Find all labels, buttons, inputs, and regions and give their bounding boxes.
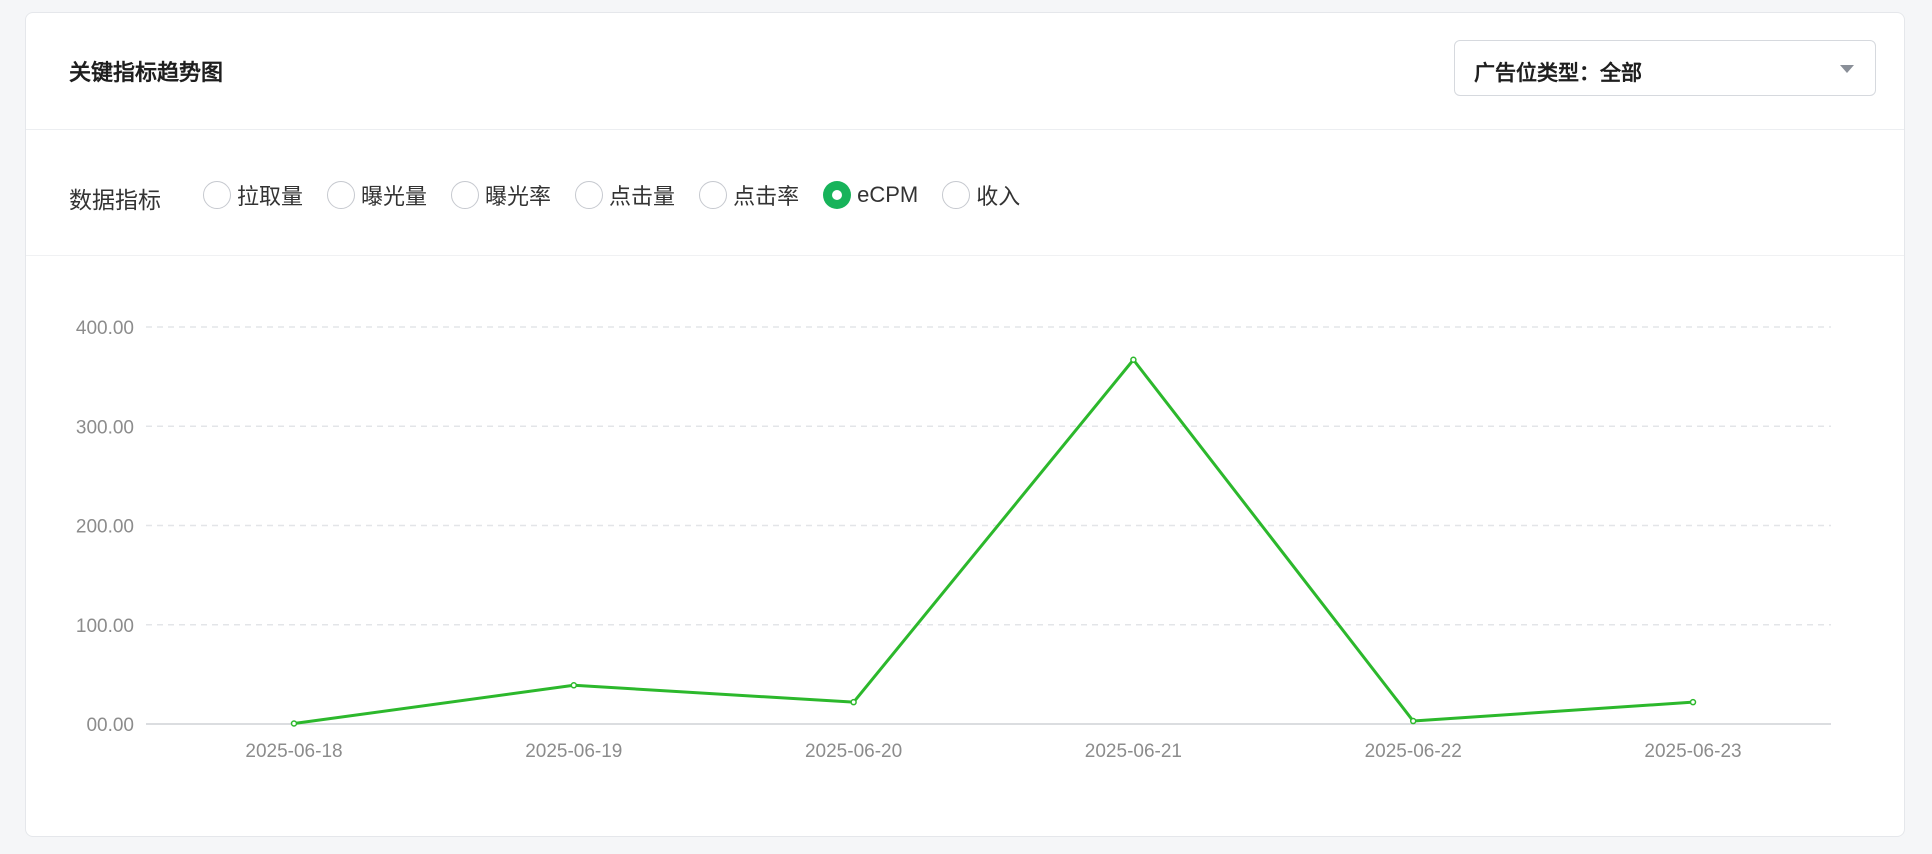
x-tick-label: 2025-06-23	[1644, 741, 1741, 762]
metric-radio-option[interactable]: 点击率	[699, 179, 799, 211]
x-tick-label: 2025-06-21	[1085, 741, 1182, 762]
metric-radio-option[interactable]: 曝光量	[327, 179, 427, 211]
chart-area: 00.00 100.00 200.00 300.00 400.00 2025-06-18 2…	[26, 256, 1904, 836]
trend-card: 关键指标趋势图 广告位类型：全部 数据指标 拉取量 曝光量 曝光率 点击量 点击率 eCP…	[25, 12, 1905, 837]
data-point	[1689, 698, 1697, 706]
radio-unchecked-icon	[203, 181, 231, 209]
metric-radio-option[interactable]: eCPM	[823, 181, 918, 209]
metric-radio-label: 点击率	[733, 184, 800, 209]
data-point	[1409, 717, 1417, 725]
radio-unchecked-icon	[451, 181, 480, 209]
metric-radio-label: eCPM	[857, 182, 919, 207]
y-tick-label: 00.00	[86, 715, 134, 736]
x-tick-label: 2025-06-22	[1365, 741, 1462, 762]
metric-radio-label: 收入	[976, 184, 1021, 209]
ad-type-select-label: 广告位类型：全部	[1474, 62, 1642, 85]
radio-unchecked-icon	[327, 181, 356, 209]
metric-radio-group: 拉取量 曝光量 曝光率 点击量 点击率 eCPM 收入	[203, 179, 1044, 211]
y-tick-label: 400.00	[76, 318, 134, 339]
y-tick-label: 300.00	[76, 417, 134, 438]
data-point	[570, 682, 578, 689]
metric-selector: 数据指标 拉取量 曝光量 曝光率 点击量 点击率 eCPM 收入	[26, 130, 1904, 256]
metric-radio-label: 点击量	[609, 184, 676, 209]
series-line	[293, 358, 1694, 725]
chevron-down-icon	[1840, 65, 1854, 73]
metric-radio-label: 曝光量	[361, 184, 428, 209]
metric-radio-option[interactable]: 曝光率	[451, 179, 551, 211]
metric-radio-label: 拉取量	[237, 184, 304, 209]
card-header: 关键指标趋势图 广告位类型：全部	[26, 13, 1904, 130]
metric-radio-option[interactable]: 点击量	[575, 179, 675, 211]
metric-radio-label: 曝光率	[485, 184, 552, 209]
radio-unchecked-icon	[699, 181, 728, 209]
ad-type-select[interactable]: 广告位类型：全部	[1454, 40, 1876, 96]
metric-radio-option[interactable]: 拉取量	[203, 179, 303, 211]
data-point	[850, 698, 857, 706]
x-tick-label: 2025-06-19	[525, 741, 622, 762]
x-tick-label: 2025-06-18	[245, 741, 342, 762]
radio-checked-icon	[823, 181, 852, 209]
radio-unchecked-icon	[575, 181, 604, 209]
card-title: 关键指标趋势图	[69, 60, 224, 85]
radio-unchecked-icon	[942, 181, 971, 209]
x-tick-label: 2025-06-20	[805, 741, 902, 762]
metric-radio-option[interactable]: 收入	[942, 179, 1020, 211]
data-point	[290, 720, 298, 727]
y-tick-label: 100.00	[76, 616, 134, 637]
data-point	[1130, 356, 1137, 364]
y-tick-label: 200.00	[76, 517, 134, 538]
metric-label: 数据指标	[69, 187, 161, 213]
line-chart: 00.00 100.00 200.00 300.00 400.00 2025-06-18 2…	[76, 318, 1831, 762]
